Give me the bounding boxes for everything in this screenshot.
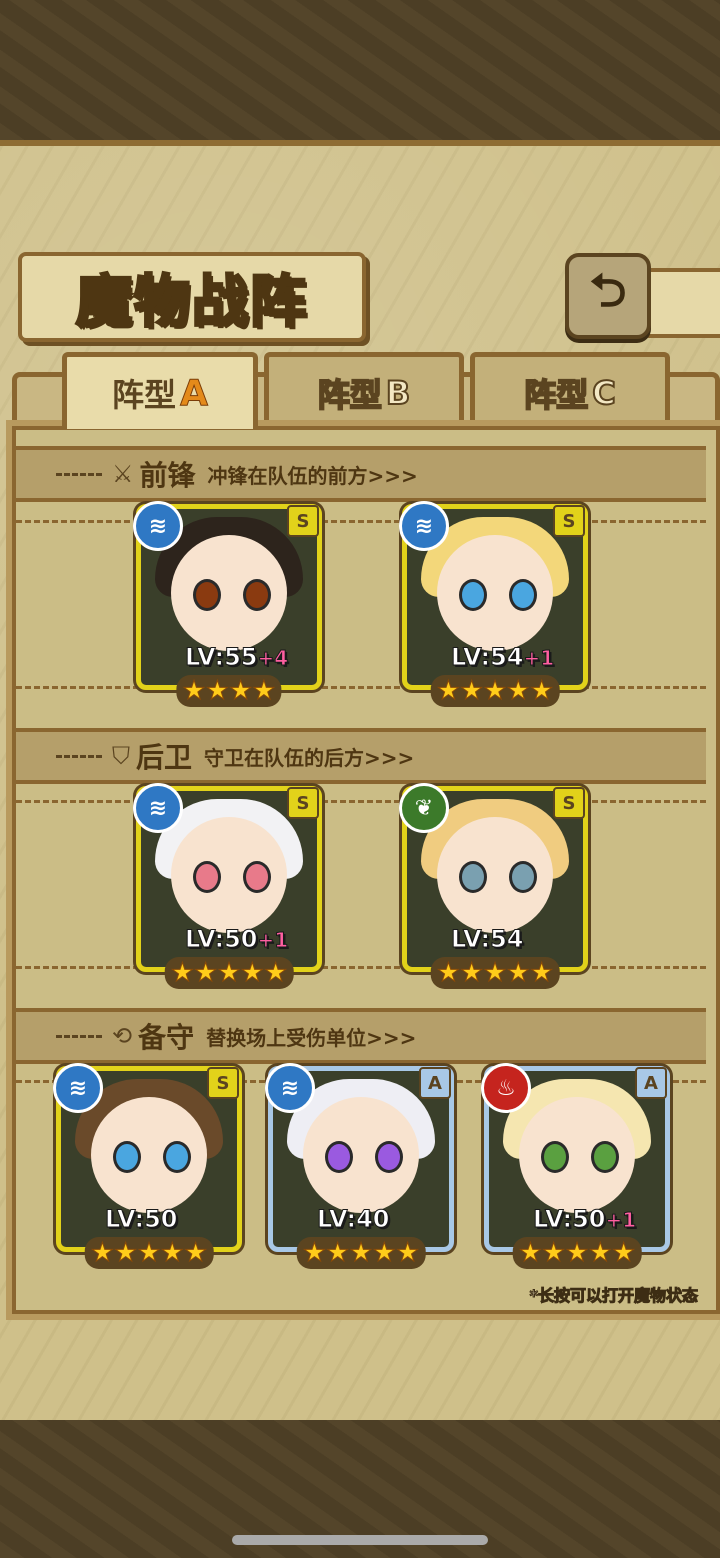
- row-divider: [16, 800, 706, 803]
- star-rating: ★★★★★: [296, 1237, 426, 1269]
- title-plate: 魔物战阵: [18, 252, 366, 342]
- monster-card-back-1[interactable]: ≋ S LV:50+1 ★★★★★: [133, 783, 322, 989]
- star-rating: ★★★★★: [84, 1237, 214, 1269]
- rank-badge: S: [553, 787, 585, 819]
- shield-icon: ⛉: [112, 742, 130, 770]
- rank-badge: A: [419, 1067, 451, 1099]
- tab-formation-b[interactable]: 阵型 B: [264, 352, 464, 429]
- monster-card-reserve-3[interactable]: ♨ A LV:50+1 ★★★★★: [481, 1063, 670, 1269]
- level-label: LV:50+1: [532, 1205, 637, 1234]
- row-divider: [16, 520, 706, 523]
- row-divider: [16, 966, 706, 969]
- background-top: [0, 0, 720, 140]
- section-desc: 替换场上受伤单位>>>: [206, 1025, 417, 1050]
- tab-label: 阵型: [317, 375, 383, 415]
- water-element-icon: ≋: [133, 501, 183, 551]
- level-label: LV:55+4: [184, 643, 289, 672]
- page-title: 魔物战阵: [75, 267, 308, 336]
- swap-icon: ⟲: [112, 1022, 133, 1050]
- fire-element-icon: ♨: [481, 1063, 531, 1113]
- sword-icon: ⚔: [112, 460, 134, 488]
- tab-formation-c[interactable]: 阵型 C: [470, 352, 670, 429]
- rank-badge: S: [207, 1067, 239, 1099]
- tab-label: 阵型: [112, 376, 177, 414]
- star-rating: ★★★★: [176, 675, 282, 707]
- water-element-icon: ≋: [265, 1063, 315, 1113]
- long-press-hint: *长按可以打开魔物状态: [529, 1286, 698, 1306]
- section-front: ⚔ 前锋 冲锋在队伍的前方>>>: [16, 446, 706, 502]
- rank-badge: A: [635, 1067, 667, 1099]
- level-label: LV:54: [450, 925, 524, 954]
- section-reserve: ⟲ 备守 替换场上受伤单位>>>: [16, 1008, 706, 1064]
- back-button[interactable]: ⮌: [565, 253, 651, 339]
- section-name: 后卫: [136, 741, 193, 774]
- water-element-icon: ≋: [53, 1063, 103, 1113]
- star-rating: ★★★★★: [164, 957, 294, 989]
- level-label: LV:54+1: [450, 643, 555, 672]
- section-name: 前锋: [139, 459, 196, 492]
- section-back: ⛉ 后卫 守卫在队伍的后方>>>: [16, 728, 706, 784]
- level-label: LV:40: [316, 1205, 390, 1234]
- section-desc: 守卫在队伍的后方>>>: [204, 745, 415, 770]
- monster-card-front-1[interactable]: ≋ S LV:55+4 ★★★★: [133, 501, 322, 707]
- home-indicator[interactable]: [232, 1535, 488, 1545]
- rank-badge: S: [287, 787, 319, 819]
- tab-letter: C: [591, 373, 617, 413]
- star-rating: ★★★★★: [430, 675, 560, 707]
- star-rating: ★★★★★: [512, 1237, 642, 1269]
- tab-letter: B: [385, 373, 411, 413]
- water-element-icon: ≋: [133, 783, 183, 833]
- rank-badge: S: [553, 505, 585, 537]
- row-divider: [16, 686, 706, 689]
- back-rail: [643, 268, 720, 338]
- wood-element-icon: ❦: [399, 783, 449, 833]
- rank-badge: S: [287, 505, 319, 537]
- tab-label: 阵型: [523, 375, 589, 415]
- monster-card-reserve-1[interactable]: ≋ S LV:50 ★★★★★: [53, 1063, 242, 1269]
- tab-formation-a[interactable]: 阵型 A: [62, 352, 258, 429]
- section-desc: 冲锋在队伍的前方>>>: [207, 463, 418, 488]
- back-arrow-icon: ⮌: [589, 263, 627, 317]
- water-element-icon: ≋: [399, 501, 449, 551]
- tab-letter: A: [180, 372, 209, 414]
- monster-card-reserve-2[interactable]: ≋ A LV:40 ★★★★★: [265, 1063, 454, 1269]
- level-label: LV:50+1: [184, 925, 289, 954]
- level-label: LV:50: [104, 1205, 178, 1234]
- monster-card-front-2[interactable]: ≋ S LV:54+1 ★★★★★: [399, 501, 588, 707]
- section-name: 备守: [138, 1021, 195, 1054]
- star-rating: ★★★★★: [430, 957, 560, 989]
- monster-card-back-2[interactable]: ❦ S LV:54 ★★★★★: [399, 783, 588, 989]
